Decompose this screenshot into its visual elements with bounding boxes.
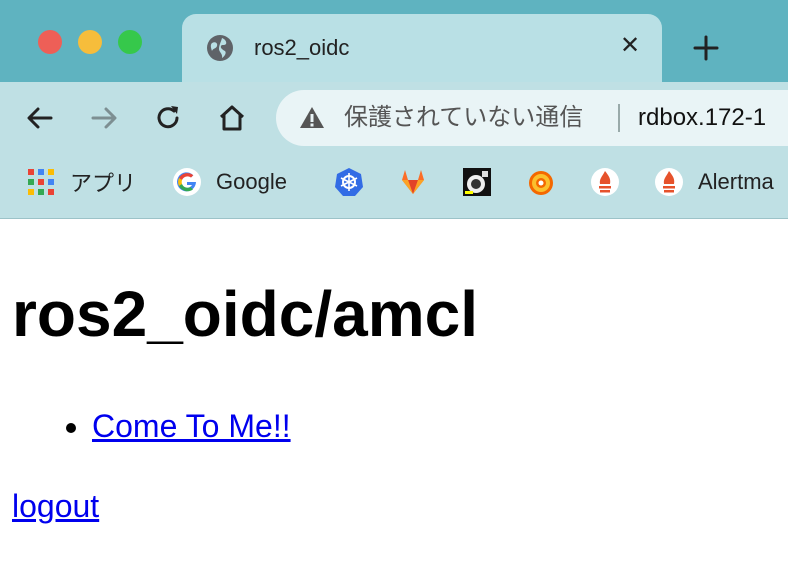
back-arrow-icon[interactable] xyxy=(24,102,56,134)
bookmark-kubernetes[interactable] xyxy=(334,166,364,198)
url-text[interactable]: rdbox.172-1 xyxy=(638,102,766,134)
logout-link[interactable]: logout xyxy=(12,484,99,528)
bookmark-robot[interactable] xyxy=(462,166,492,198)
page-content: ros2_oidc/amcl Come To Me!! logout xyxy=(0,220,788,584)
browser-chrome: ros2_oidc ✕ 保護されていない通信 rdbox.172-1 アプリ G… xyxy=(0,0,788,219)
prometheus-icon xyxy=(591,168,619,196)
reload-icon[interactable] xyxy=(152,102,184,134)
bookmark-prometheus[interactable] xyxy=(590,166,620,198)
tab-active[interactable]: ros2_oidc ✕ xyxy=(182,14,662,82)
warning-icon[interactable] xyxy=(298,104,326,132)
apps-grid-icon xyxy=(28,169,54,195)
bookmarks-bar: アプリ Google Alertma xyxy=(0,156,788,219)
window-maximize-button[interactable] xyxy=(118,30,142,54)
window-minimize-button[interactable] xyxy=(78,30,102,54)
omnibox-divider xyxy=(618,104,620,132)
kubernetes-icon xyxy=(335,168,363,196)
robot-icon xyxy=(463,168,491,196)
grafana-icon xyxy=(529,171,553,195)
bookmark-google[interactable]: Google xyxy=(172,166,287,198)
bookmark-label: Google xyxy=(216,169,287,194)
bookmark-alertmanager[interactable]: Alertma xyxy=(654,166,774,198)
close-icon[interactable]: ✕ xyxy=(618,32,642,60)
bookmark-grafana[interactable] xyxy=(526,166,556,198)
gitlab-icon xyxy=(402,170,424,194)
bookmark-label: アプリ xyxy=(70,171,137,196)
bookmark-label: Alertma xyxy=(698,169,774,194)
security-status-text: 保護されていない通信 xyxy=(344,104,584,131)
bookmark-gitlab[interactable] xyxy=(398,166,428,198)
list-item: Come To Me!! xyxy=(92,404,291,448)
page-title: ros2_oidc/amcl xyxy=(12,278,478,350)
link-list: Come To Me!! xyxy=(0,404,291,448)
tab-title: ros2_oidc xyxy=(254,35,350,60)
tab-strip: ros2_oidc ✕ xyxy=(0,0,788,82)
home-icon[interactable] xyxy=(216,102,248,134)
alertmanager-icon xyxy=(655,168,683,196)
window-close-button[interactable] xyxy=(38,30,62,54)
forward-arrow-icon[interactable] xyxy=(88,102,120,134)
bookmark-apps[interactable]: アプリ xyxy=(26,166,136,198)
new-tab-plus-icon[interactable] xyxy=(690,32,722,64)
toolbar: 保護されていない通信 rdbox.172-1 xyxy=(0,82,788,156)
google-icon xyxy=(173,168,201,196)
come-to-me-link[interactable]: Come To Me!! xyxy=(92,408,291,444)
address-bar[interactable]: 保護されていない通信 rdbox.172-1 xyxy=(276,90,788,146)
globe-icon xyxy=(207,35,233,61)
